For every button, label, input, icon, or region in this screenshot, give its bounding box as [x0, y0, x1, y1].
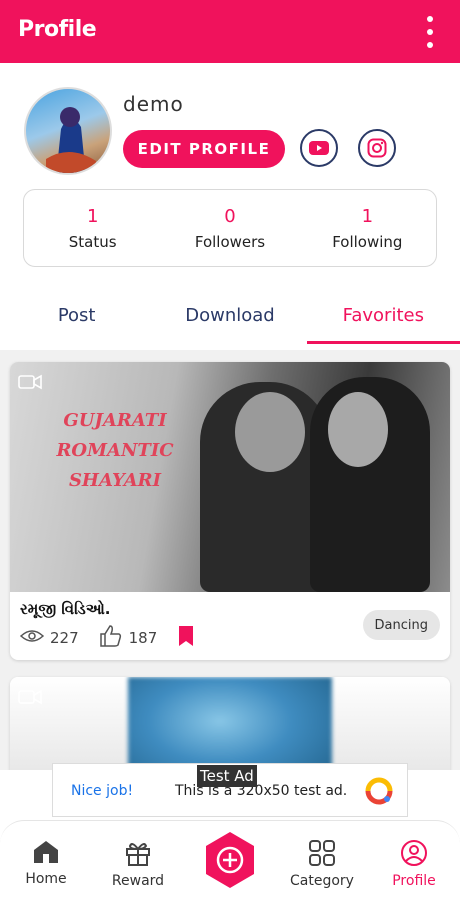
video-thumbnail[interactable]: GUJARATI ROMANTIC SHAYARI [10, 362, 450, 592]
stat-following[interactable]: 1 Following [299, 190, 436, 266]
home-icon [34, 841, 58, 863]
video-thumbnail[interactable] [10, 677, 450, 770]
like-count: 187 [128, 629, 158, 647]
eye-icon [19, 628, 45, 648]
stats-panel: 1 Status 0 Followers 1 Following [23, 189, 437, 267]
video-card[interactable] [10, 677, 450, 770]
test-ad-label: Test Ad [197, 765, 257, 787]
nav-reward-label: Reward [111, 873, 165, 889]
nav-home[interactable]: Home [0, 821, 92, 900]
username: demo [123, 92, 184, 116]
video-card[interactable]: GUJARATI ROMANTIC SHAYARI રમૂજી વિડિઓ. 22… [10, 362, 450, 660]
avatar[interactable] [24, 87, 112, 175]
app-bar: Profile [0, 0, 460, 63]
video-meta: 227 187 [19, 625, 195, 651]
stat-label: Followers [194, 233, 266, 251]
profile-tabs: Post Download Favorites [0, 292, 460, 344]
ad-logo-icon [365, 777, 393, 805]
nav-category-label: Category [290, 873, 354, 889]
stat-value: 1 [361, 206, 374, 227]
youtube-icon[interactable] [300, 129, 338, 167]
stat-status[interactable]: 1 Status [24, 190, 161, 266]
nav-category[interactable]: Category [276, 821, 368, 900]
nav-profile[interactable]: Profile [368, 821, 460, 900]
page-title: Profile [18, 17, 97, 42]
nav-profile-label: Profile [392, 873, 436, 889]
thumbs-up-icon[interactable] [99, 625, 123, 651]
create-post-button[interactable] [201, 831, 259, 889]
stat-followers[interactable]: 0 Followers [161, 190, 298, 266]
thumbnail-caption: GUJARATI ROMANTIC SHAYARI [56, 410, 174, 491]
video-camera-icon [18, 689, 42, 709]
stat-label: Following [332, 233, 403, 251]
user-circle-icon [401, 840, 427, 866]
instagram-icon[interactable] [358, 129, 396, 167]
favorites-feed[interactable]: GUJARATI ROMANTIC SHAYARI રમૂજી વિડિઓ. 22… [0, 350, 460, 770]
view-count: 227 [50, 629, 79, 647]
edit-profile-button[interactable]: EDIT PROFILE [123, 130, 285, 168]
video-title: રમૂજી વિડિઓ. [20, 600, 111, 618]
category-badge[interactable]: Dancing [362, 610, 440, 640]
stat-label: Status [68, 233, 117, 251]
nav-reward[interactable]: Reward [92, 821, 184, 900]
stat-value: 0 [224, 206, 236, 227]
more-options-icon[interactable] [422, 16, 438, 48]
tab-favorites[interactable]: Favorites [306, 292, 460, 344]
video-camera-icon [18, 374, 42, 394]
bookmark-icon[interactable] [177, 625, 195, 651]
stat-value: 1 [86, 206, 99, 227]
tab-post[interactable]: Post [0, 292, 153, 344]
tab-download[interactable]: Download [153, 292, 306, 344]
grid-icon [309, 840, 335, 866]
gift-icon [126, 843, 150, 866]
nav-home-label: Home [25, 871, 67, 887]
ad-headline: Nice job! [71, 783, 134, 799]
